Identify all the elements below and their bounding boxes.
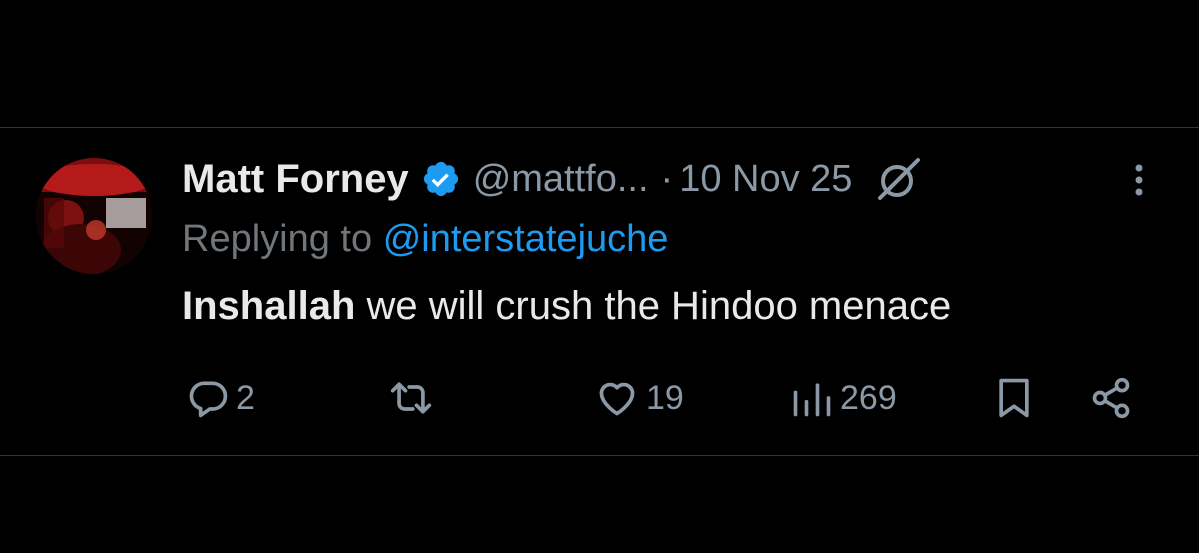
tweet-text-bold: Inshallah xyxy=(182,284,356,328)
reply-mention-link[interactable]: @interstatejuche xyxy=(383,218,669,260)
top-divider xyxy=(0,127,1199,128)
author-handle[interactable]: @mattfo... xyxy=(473,158,649,201)
like-icon xyxy=(594,376,640,420)
bookmark-icon xyxy=(994,376,1034,420)
grok-icon[interactable] xyxy=(874,154,924,204)
avatar[interactable] xyxy=(36,158,152,274)
retweet-button[interactable] xyxy=(386,372,436,424)
views-button[interactable]: 269 xyxy=(790,372,897,424)
tweet-header: Matt Forney @mattfo... · 10 Nov 25 xyxy=(182,150,924,208)
separator-dot: · xyxy=(660,157,674,200)
views-icon xyxy=(790,376,834,420)
like-count: 19 xyxy=(646,378,684,417)
more-icon[interactable] xyxy=(1124,160,1154,200)
retweet-icon xyxy=(386,376,436,420)
share-icon xyxy=(1088,376,1134,420)
share-button[interactable] xyxy=(1088,372,1134,424)
bottom-divider xyxy=(0,455,1199,456)
tweet-date[interactable]: 10 Nov 25 xyxy=(679,158,852,201)
replying-to-line: Replying to @interstatejuche xyxy=(182,218,668,261)
views-count: 269 xyxy=(840,378,897,417)
reply-button[interactable]: 2 xyxy=(186,372,255,424)
author-display-name[interactable]: Matt Forney xyxy=(182,157,409,202)
tweet-text-rest: we will crush the Hindoo menace xyxy=(355,284,952,328)
bookmark-button[interactable] xyxy=(994,372,1034,424)
reply-count: 2 xyxy=(236,378,255,417)
verified-badge-icon xyxy=(421,159,461,199)
replying-to-label: Replying to xyxy=(182,218,373,260)
like-button[interactable]: 19 xyxy=(594,372,684,424)
reply-icon xyxy=(186,376,230,420)
tweet-text: Inshallah we will crush the Hindoo menac… xyxy=(182,284,951,329)
